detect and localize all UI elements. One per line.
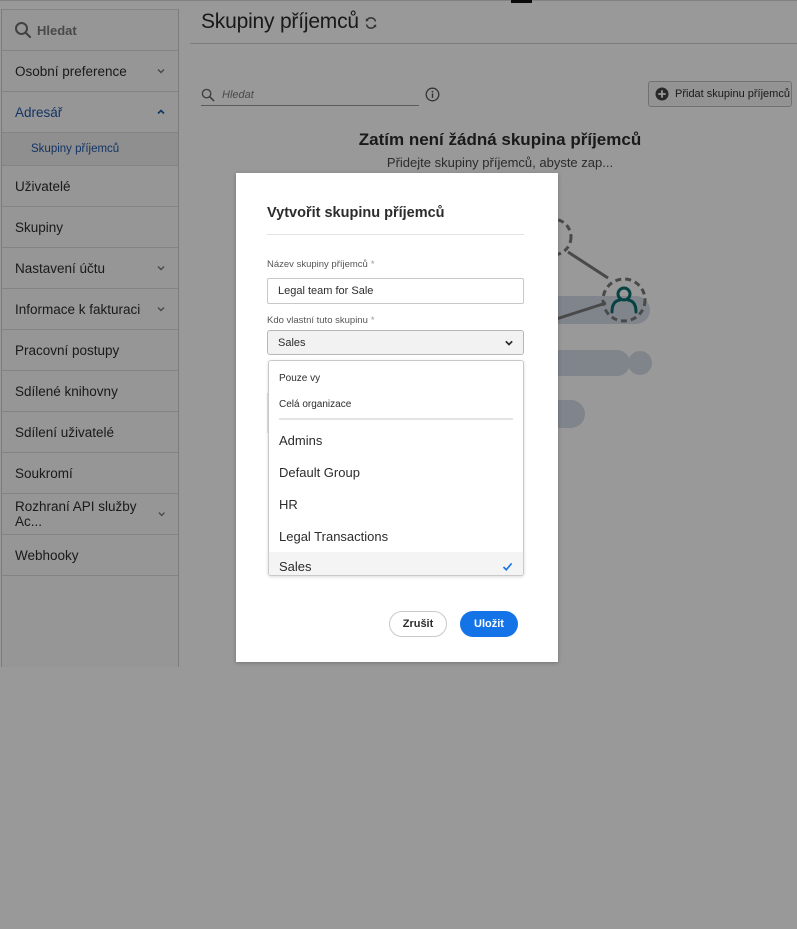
owner-dropdown-list: Pouze vy Celá organizace Admins Default … [268, 360, 524, 576]
option-label: HR [279, 496, 298, 512]
option-label: Admins [279, 432, 323, 448]
option-label: Legal Transactions [279, 528, 389, 544]
option-label: Default Group [279, 464, 360, 480]
owner-select[interactable]: Sales [267, 330, 524, 355]
owner-label-text: Kdo vlastní tuto skupinu [267, 315, 368, 326]
group-name-value: Legal team for Sale [278, 285, 374, 297]
save-button[interactable]: Uložit [460, 611, 518, 637]
dropdown-option-default-group[interactable]: Default Group [269, 456, 523, 488]
required-mark: * [370, 315, 375, 326]
dialog-title: Vytvořit skupinu příjemců [267, 205, 445, 221]
dropdown-option-sales[interactable]: Sales [269, 552, 523, 575]
group-name-input[interactable]: Legal team for Sale [267, 278, 524, 304]
dropdown-separator [279, 418, 513, 420]
checkmark-icon [502, 562, 513, 571]
dropdown-option-only-you[interactable]: Pouze vy [269, 365, 523, 391]
dialog-footer: Zrušit Uložit [389, 611, 518, 637]
dropdown-option-whole-organization[interactable]: Celá organizace [269, 391, 523, 417]
chevron-down-icon [505, 340, 513, 346]
dropdown-option-hr[interactable]: HR [269, 488, 523, 520]
group-name-label: Název skupiny příjemců * [267, 259, 375, 270]
option-label: Sales [279, 558, 312, 574]
owner-select-value: Sales [278, 336, 306, 349]
dialog-title-divider [267, 234, 524, 235]
cancel-button[interactable]: Zrušit [389, 611, 447, 637]
required-mark: * [370, 259, 375, 270]
dropdown-option-admins[interactable]: Admins [269, 424, 523, 456]
dropdown-option-legal-transactions[interactable]: Legal Transactions [269, 520, 523, 552]
owner-label: Kdo vlastní tuto skupinu * [267, 315, 375, 326]
group-name-label-text: Název skupiny příjemců [267, 259, 368, 270]
